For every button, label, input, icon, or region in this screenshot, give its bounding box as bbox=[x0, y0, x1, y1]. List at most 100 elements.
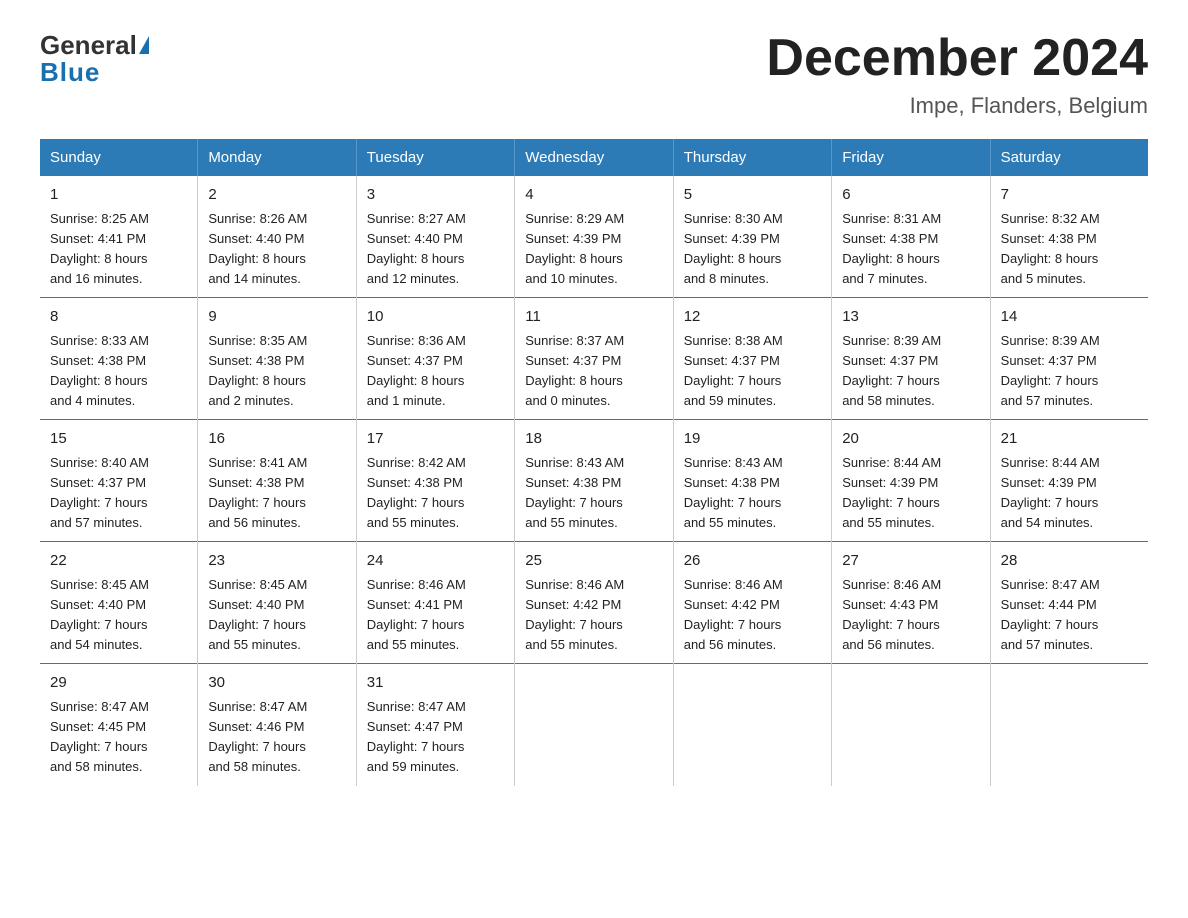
day-number: 23 bbox=[208, 550, 345, 573]
header-tuesday: Tuesday bbox=[356, 139, 514, 176]
day-info: Sunrise: 8:46 AM Sunset: 4:43 PM Dayligh… bbox=[842, 575, 979, 656]
title-section: December 2024 Impe, Flanders, Belgium bbox=[766, 30, 1148, 119]
header-wednesday: Wednesday bbox=[515, 139, 673, 176]
day-info: Sunrise: 8:45 AM Sunset: 4:40 PM Dayligh… bbox=[208, 575, 345, 656]
day-info: Sunrise: 8:43 AM Sunset: 4:38 PM Dayligh… bbox=[684, 453, 821, 534]
day-number: 2 bbox=[208, 184, 345, 207]
day-info: Sunrise: 8:47 AM Sunset: 4:44 PM Dayligh… bbox=[1001, 575, 1138, 656]
logo: General Blue bbox=[40, 30, 149, 88]
header-row: SundayMondayTuesdayWednesdayThursdayFrid… bbox=[40, 139, 1148, 176]
day-info: Sunrise: 8:30 AM Sunset: 4:39 PM Dayligh… bbox=[684, 209, 821, 290]
day-number: 13 bbox=[842, 306, 979, 329]
day-number: 25 bbox=[525, 550, 662, 573]
week-row-2: 8Sunrise: 8:33 AM Sunset: 4:38 PM Daylig… bbox=[40, 298, 1148, 420]
day-cell: 9Sunrise: 8:35 AM Sunset: 4:38 PM Daylig… bbox=[198, 298, 356, 420]
day-number: 27 bbox=[842, 550, 979, 573]
day-info: Sunrise: 8:40 AM Sunset: 4:37 PM Dayligh… bbox=[50, 453, 187, 534]
day-number: 16 bbox=[208, 428, 345, 451]
day-cell: 20Sunrise: 8:44 AM Sunset: 4:39 PM Dayli… bbox=[832, 420, 990, 542]
day-cell: 3Sunrise: 8:27 AM Sunset: 4:40 PM Daylig… bbox=[356, 176, 514, 298]
day-cell: 22Sunrise: 8:45 AM Sunset: 4:40 PM Dayli… bbox=[40, 542, 198, 664]
day-cell bbox=[673, 664, 831, 786]
header-sunday: Sunday bbox=[40, 139, 198, 176]
header-monday: Monday bbox=[198, 139, 356, 176]
day-number: 8 bbox=[50, 306, 187, 329]
day-cell: 17Sunrise: 8:42 AM Sunset: 4:38 PM Dayli… bbox=[356, 420, 514, 542]
day-cell: 16Sunrise: 8:41 AM Sunset: 4:38 PM Dayli… bbox=[198, 420, 356, 542]
day-info: Sunrise: 8:46 AM Sunset: 4:42 PM Dayligh… bbox=[525, 575, 662, 656]
logo-blue: Blue bbox=[40, 57, 100, 88]
day-info: Sunrise: 8:42 AM Sunset: 4:38 PM Dayligh… bbox=[367, 453, 504, 534]
day-info: Sunrise: 8:39 AM Sunset: 4:37 PM Dayligh… bbox=[842, 331, 979, 412]
main-title: December 2024 bbox=[766, 30, 1148, 87]
day-info: Sunrise: 8:46 AM Sunset: 4:41 PM Dayligh… bbox=[367, 575, 504, 656]
day-cell: 11Sunrise: 8:37 AM Sunset: 4:37 PM Dayli… bbox=[515, 298, 673, 420]
day-cell: 8Sunrise: 8:33 AM Sunset: 4:38 PM Daylig… bbox=[40, 298, 198, 420]
day-number: 28 bbox=[1001, 550, 1138, 573]
day-number: 20 bbox=[842, 428, 979, 451]
day-info: Sunrise: 8:37 AM Sunset: 4:37 PM Dayligh… bbox=[525, 331, 662, 412]
day-info: Sunrise: 8:29 AM Sunset: 4:39 PM Dayligh… bbox=[525, 209, 662, 290]
day-info: Sunrise: 8:47 AM Sunset: 4:46 PM Dayligh… bbox=[208, 697, 345, 778]
page-header: General Blue December 2024 Impe, Flander… bbox=[40, 30, 1148, 119]
day-cell: 25Sunrise: 8:46 AM Sunset: 4:42 PM Dayli… bbox=[515, 542, 673, 664]
day-info: Sunrise: 8:47 AM Sunset: 4:47 PM Dayligh… bbox=[367, 697, 504, 778]
day-number: 15 bbox=[50, 428, 187, 451]
day-cell: 30Sunrise: 8:47 AM Sunset: 4:46 PM Dayli… bbox=[198, 664, 356, 786]
day-cell bbox=[990, 664, 1148, 786]
day-cell: 23Sunrise: 8:45 AM Sunset: 4:40 PM Dayli… bbox=[198, 542, 356, 664]
day-info: Sunrise: 8:35 AM Sunset: 4:38 PM Dayligh… bbox=[208, 331, 345, 412]
day-cell bbox=[832, 664, 990, 786]
day-info: Sunrise: 8:43 AM Sunset: 4:38 PM Dayligh… bbox=[525, 453, 662, 534]
day-cell: 13Sunrise: 8:39 AM Sunset: 4:37 PM Dayli… bbox=[832, 298, 990, 420]
day-info: Sunrise: 8:36 AM Sunset: 4:37 PM Dayligh… bbox=[367, 331, 504, 412]
week-row-1: 1Sunrise: 8:25 AM Sunset: 4:41 PM Daylig… bbox=[40, 176, 1148, 298]
day-number: 24 bbox=[367, 550, 504, 573]
day-info: Sunrise: 8:45 AM Sunset: 4:40 PM Dayligh… bbox=[50, 575, 187, 656]
day-cell: 15Sunrise: 8:40 AM Sunset: 4:37 PM Dayli… bbox=[40, 420, 198, 542]
day-number: 21 bbox=[1001, 428, 1138, 451]
day-number: 5 bbox=[684, 184, 821, 207]
day-cell: 19Sunrise: 8:43 AM Sunset: 4:38 PM Dayli… bbox=[673, 420, 831, 542]
header-thursday: Thursday bbox=[673, 139, 831, 176]
day-number: 29 bbox=[50, 672, 187, 695]
day-number: 14 bbox=[1001, 306, 1138, 329]
day-cell: 18Sunrise: 8:43 AM Sunset: 4:38 PM Dayli… bbox=[515, 420, 673, 542]
day-cell: 7Sunrise: 8:32 AM Sunset: 4:38 PM Daylig… bbox=[990, 176, 1148, 298]
day-number: 1 bbox=[50, 184, 187, 207]
day-number: 3 bbox=[367, 184, 504, 207]
week-row-4: 22Sunrise: 8:45 AM Sunset: 4:40 PM Dayli… bbox=[40, 542, 1148, 664]
day-cell: 4Sunrise: 8:29 AM Sunset: 4:39 PM Daylig… bbox=[515, 176, 673, 298]
day-number: 9 bbox=[208, 306, 345, 329]
week-row-3: 15Sunrise: 8:40 AM Sunset: 4:37 PM Dayli… bbox=[40, 420, 1148, 542]
subtitle: Impe, Flanders, Belgium bbox=[766, 93, 1148, 119]
day-number: 19 bbox=[684, 428, 821, 451]
day-cell: 26Sunrise: 8:46 AM Sunset: 4:42 PM Dayli… bbox=[673, 542, 831, 664]
day-number: 12 bbox=[684, 306, 821, 329]
day-info: Sunrise: 8:47 AM Sunset: 4:45 PM Dayligh… bbox=[50, 697, 187, 778]
day-info: Sunrise: 8:39 AM Sunset: 4:37 PM Dayligh… bbox=[1001, 331, 1138, 412]
day-info: Sunrise: 8:27 AM Sunset: 4:40 PM Dayligh… bbox=[367, 209, 504, 290]
day-number: 10 bbox=[367, 306, 504, 329]
day-info: Sunrise: 8:33 AM Sunset: 4:38 PM Dayligh… bbox=[50, 331, 187, 412]
day-cell: 24Sunrise: 8:46 AM Sunset: 4:41 PM Dayli… bbox=[356, 542, 514, 664]
week-row-5: 29Sunrise: 8:47 AM Sunset: 4:45 PM Dayli… bbox=[40, 664, 1148, 786]
day-info: Sunrise: 8:26 AM Sunset: 4:40 PM Dayligh… bbox=[208, 209, 345, 290]
day-number: 7 bbox=[1001, 184, 1138, 207]
day-cell: 12Sunrise: 8:38 AM Sunset: 4:37 PM Dayli… bbox=[673, 298, 831, 420]
day-cell: 31Sunrise: 8:47 AM Sunset: 4:47 PM Dayli… bbox=[356, 664, 514, 786]
day-cell: 10Sunrise: 8:36 AM Sunset: 4:37 PM Dayli… bbox=[356, 298, 514, 420]
day-cell: 6Sunrise: 8:31 AM Sunset: 4:38 PM Daylig… bbox=[832, 176, 990, 298]
calendar-table: SundayMondayTuesdayWednesdayThursdayFrid… bbox=[40, 139, 1148, 785]
day-info: Sunrise: 8:41 AM Sunset: 4:38 PM Dayligh… bbox=[208, 453, 345, 534]
day-number: 22 bbox=[50, 550, 187, 573]
day-info: Sunrise: 8:46 AM Sunset: 4:42 PM Dayligh… bbox=[684, 575, 821, 656]
day-info: Sunrise: 8:32 AM Sunset: 4:38 PM Dayligh… bbox=[1001, 209, 1138, 290]
day-number: 18 bbox=[525, 428, 662, 451]
header-saturday: Saturday bbox=[990, 139, 1148, 176]
day-cell: 29Sunrise: 8:47 AM Sunset: 4:45 PM Dayli… bbox=[40, 664, 198, 786]
day-cell: 21Sunrise: 8:44 AM Sunset: 4:39 PM Dayli… bbox=[990, 420, 1148, 542]
day-cell: 14Sunrise: 8:39 AM Sunset: 4:37 PM Dayli… bbox=[990, 298, 1148, 420]
day-number: 6 bbox=[842, 184, 979, 207]
day-number: 30 bbox=[208, 672, 345, 695]
